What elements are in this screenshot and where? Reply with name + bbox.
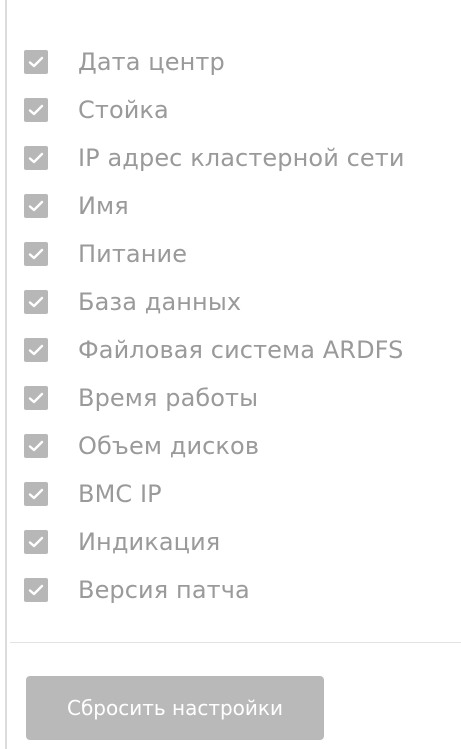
- checkmark-icon: [28, 152, 44, 164]
- checkmark-icon: [28, 56, 44, 68]
- column-option-database[interactable]: База данных: [24, 278, 405, 326]
- column-option-data-center[interactable]: Дата центр: [24, 38, 405, 86]
- column-option-patch-version[interactable]: Версия патча: [24, 566, 405, 614]
- column-option-label: Файловая система ARDFS: [78, 336, 404, 364]
- column-option-name[interactable]: Имя: [24, 182, 405, 230]
- checkmark-icon: [28, 296, 44, 308]
- column-option-label: Индикация: [78, 528, 221, 556]
- checkbox-checked[interactable]: [24, 194, 48, 218]
- column-option-power[interactable]: Питание: [24, 230, 405, 278]
- checkmark-icon: [28, 248, 44, 260]
- checkmark-icon: [28, 488, 44, 500]
- column-option-ardfs[interactable]: Файловая система ARDFS: [24, 326, 405, 374]
- column-settings-panel: Дата центр Стойка IP адрес кластерной се…: [0, 0, 461, 749]
- checkmark-icon: [28, 584, 44, 596]
- checkbox-checked[interactable]: [24, 434, 48, 458]
- checkmark-icon: [28, 440, 44, 452]
- reset-settings-button[interactable]: Сбросить настройки: [26, 676, 324, 740]
- column-option-label: Время работы: [78, 384, 259, 412]
- checkbox-checked[interactable]: [24, 146, 48, 170]
- column-option-rack[interactable]: Стойка: [24, 86, 405, 134]
- column-list: Дата центр Стойка IP адрес кластерной се…: [24, 38, 405, 614]
- column-option-disk-volume[interactable]: Объем дисков: [24, 422, 405, 470]
- column-option-label: Стойка: [78, 96, 169, 124]
- checkmark-icon: [28, 536, 44, 548]
- column-option-bmc-ip[interactable]: BMC IP: [24, 470, 405, 518]
- column-option-indication[interactable]: Индикация: [24, 518, 405, 566]
- checkmark-icon: [28, 392, 44, 404]
- checkmark-icon: [28, 200, 44, 212]
- checkbox-checked[interactable]: [24, 578, 48, 602]
- divider: [10, 642, 461, 643]
- panel-left-border: [5, 0, 7, 749]
- checkmark-icon: [28, 104, 44, 116]
- checkbox-checked[interactable]: [24, 290, 48, 314]
- column-option-label: Питание: [78, 240, 188, 268]
- checkbox-checked[interactable]: [24, 482, 48, 506]
- checkbox-checked[interactable]: [24, 530, 48, 554]
- checkmark-icon: [28, 344, 44, 356]
- checkbox-checked[interactable]: [24, 98, 48, 122]
- column-option-label: BMC IP: [78, 480, 162, 508]
- column-option-label: Дата центр: [78, 48, 225, 76]
- column-option-label: IP адрес кластерной сети: [78, 144, 405, 172]
- column-option-label: Версия патча: [78, 576, 250, 604]
- checkbox-checked[interactable]: [24, 242, 48, 266]
- checkbox-checked[interactable]: [24, 338, 48, 362]
- column-option-cluster-ip[interactable]: IP адрес кластерной сети: [24, 134, 405, 182]
- checkbox-checked[interactable]: [24, 50, 48, 74]
- column-option-label: Объем дисков: [78, 432, 260, 460]
- checkbox-checked[interactable]: [24, 386, 48, 410]
- column-option-label: База данных: [78, 288, 242, 316]
- column-option-uptime[interactable]: Время работы: [24, 374, 405, 422]
- column-option-label: Имя: [78, 192, 129, 220]
